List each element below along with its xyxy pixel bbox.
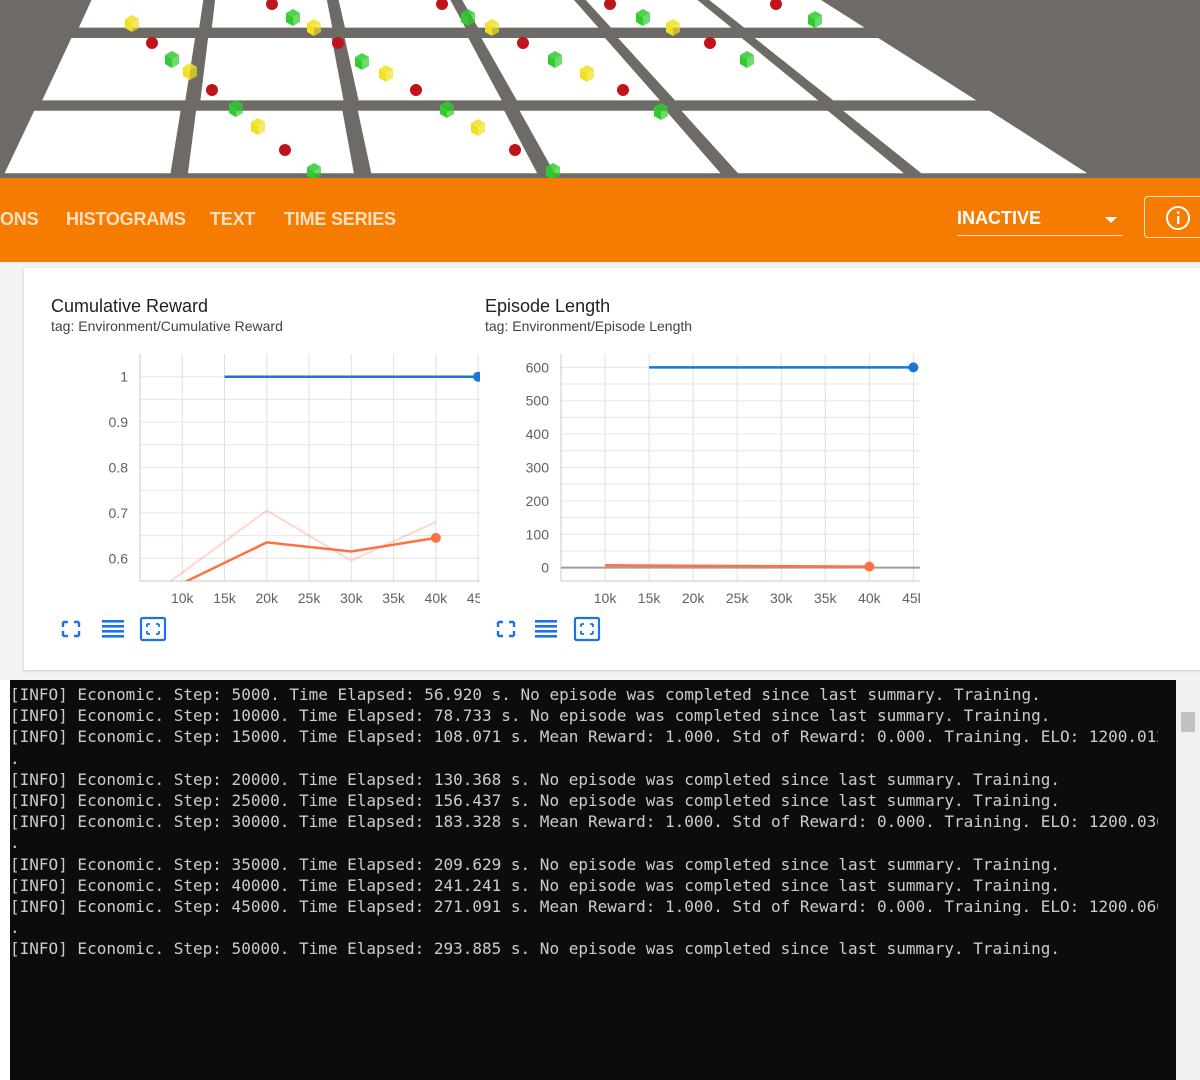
series-line [605,564,870,568]
ball-object [509,144,521,156]
log-line: [INFO] Economic. Step: 25000. Time Elaps… [10,790,1060,810]
x-tick-label: 20k [682,590,706,606]
log-line: [INFO] Economic. Step: 50000. Time Elaps… [10,939,1060,959]
x-tick-label: 35k [382,590,406,606]
log-line: . [10,918,20,938]
x-tick-label: 30k [770,590,794,606]
floor-tile [4,110,181,174]
log-line: [INFO] Economic. Step: 5000. Time Elapse… [10,685,1041,704]
log-line: [INFO] Economic. Step: 30000. Time Elaps… [10,812,1158,832]
console-scrollbar[interactable] [1176,680,1200,1080]
select-value: INACTIVE [957,208,1042,228]
floor-tile [344,38,502,101]
x-tick-label: 10k [171,590,195,606]
chart-tag: tag: Environment/Cumulative Reward [51,318,283,334]
x-tick-label: 20k [255,590,279,606]
cumulative-reward-chart[interactable]: 1 0.9 0.8 0.7 0.6 10k 15k 20k 25k 30k 35k 40k 45k [70,346,480,608]
log-line: [INFO] Economic. Step: 15000. Time Elaps… [10,727,1158,747]
chart-card: Cumulative Reward tag: Environment/Cumul… [24,268,1200,670]
fit-domain-icon[interactable] [138,616,168,642]
chart-title: Cumulative Reward [51,296,209,316]
dashboard-content: Cumulative Reward tag: Environment/Cumul… [0,262,1200,682]
log-line: . [10,833,20,853]
ball-object [704,37,716,49]
x-tick-label: 15k [213,590,237,606]
info-button[interactable] [1144,196,1200,238]
chart-tag: tag: Environment/Episode Length [485,318,693,334]
floor-tile [187,110,354,174]
y-tick-label: 600 [526,359,550,375]
chart-title: Episode Length [485,296,611,316]
x-tick-label: 15k [638,590,662,606]
y-tick-label: 0.9 [109,414,129,430]
floor-tile [42,38,196,101]
y-tick-label: 200 [526,493,550,509]
ball-object [279,144,291,156]
series-endpoint[interactable] [430,532,441,543]
y-tick-label: 300 [526,460,550,476]
x-tick-label: 10k [594,590,618,606]
log-line: [INFO] Economic. Step: 35000. Time Elaps… [10,854,1060,874]
y-tick-label: 400 [526,426,550,442]
tab-histograms[interactable]: HISTOGRAMS [66,209,186,230]
floor-tile [78,0,204,28]
3d-grid-scene [4,0,1088,178]
y-tick-label: 0 [541,560,549,576]
training-console: [INFO] Economic. Step: 5000. Time Elapse… [10,680,1178,1080]
scrollbar-thumb[interactable] [1181,712,1195,732]
x-tick-label: 45k [902,590,920,606]
window-edge [0,680,10,1080]
log-line: [INFO] Economic. Step: 20000. Time Elaps… [10,769,1060,789]
x-tick-label: 40k [425,590,449,606]
x-tick-label: 25k [298,590,322,606]
tab-text[interactable]: TEXT [210,209,255,230]
x-tick-label: 40k [858,590,882,606]
x-tick-label: 35k [814,590,838,606]
ball-object [332,37,344,49]
episode-length-chart[interactable]: 600 500 400 300 200 100 0 10k 15k 20k 25k 30k 35k 40k… [490,346,920,608]
ball-object [146,37,158,49]
list-icon[interactable] [98,616,128,642]
x-tick-label: 30k [340,590,364,606]
y-tick-label: 0.8 [109,460,129,476]
y-tick-label: 0.7 [109,505,129,521]
ball-object [410,84,422,96]
tensorboard-header: ONS HISTOGRAMS TEXT TIME SERIES INACTIVE [0,178,1200,262]
fit-domain-icon[interactable] [572,616,602,642]
series-endpoint[interactable] [473,371,480,382]
inactive-dashboards-select[interactable]: INACTIVE [957,208,1123,236]
tab-distributions[interactable]: ONS [0,209,39,230]
x-tick-label: 25k [726,590,750,606]
series-endpoint[interactable] [864,561,875,572]
log-line: [INFO] Economic. Step: 40000. Time Elaps… [10,875,1060,895]
fullscreen-icon[interactable] [56,616,86,642]
y-tick-label: 1 [120,369,128,385]
tab-time-series[interactable]: TIME SERIES [284,209,396,230]
log-line: . [10,748,20,768]
caret-down-icon [1105,217,1117,223]
y-tick-label: 500 [526,393,550,409]
console-output: [INFO] Economic. Step: 5000. Time Elapse… [10,684,1158,959]
log-line: [INFO] Economic. Step: 45000. Time Elaps… [10,896,1158,916]
ball-object [206,84,218,96]
list-icon[interactable] [531,616,561,642]
floor-tile [200,38,344,101]
log-line: [INFO] Economic. Step: 10000. Time Elaps… [10,706,1051,726]
y-tick-label: 100 [526,526,550,542]
info-icon [1166,206,1190,230]
fullscreen-icon[interactable] [491,616,521,642]
floor-tile [357,110,538,174]
ball-object [617,84,629,96]
series-endpoint[interactable] [908,362,919,373]
x-tick-label: 45k [467,590,480,606]
ball-object [517,37,529,49]
y-tick-label: 0.6 [109,550,129,566]
game-scene-view [0,0,1200,178]
